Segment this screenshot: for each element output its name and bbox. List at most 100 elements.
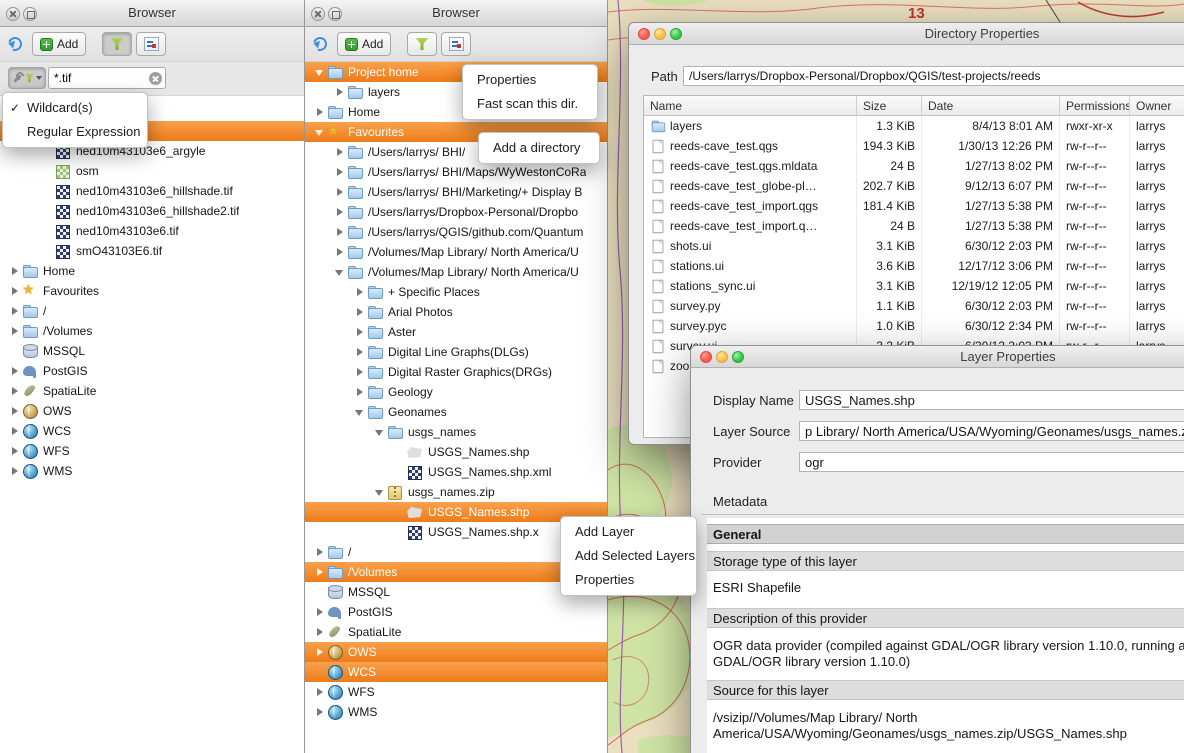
tree-item-favourite-path[interactable]: /Volumes/Map Library/ North America/U: [305, 242, 607, 262]
table-row[interactable]: survey.pyc 1.0 KiB 6/30/12 2:34 PM rw-r-…: [644, 316, 1184, 336]
filter-button[interactable]: [102, 32, 132, 56]
table-row[interactable]: reeds-cave_test_globe-pl… 202.7 KiB 9/12…: [644, 176, 1184, 196]
tree-item-wms[interactable]: WMS: [305, 702, 607, 722]
expand-arrow-icon[interactable]: [8, 284, 22, 298]
expand-arrow-icon[interactable]: [8, 464, 22, 478]
menu-item-add-selected-layers[interactable]: Add Selected Layers: [561, 544, 696, 568]
clear-filter-icon[interactable]: [149, 72, 162, 85]
table-row[interactable]: shots.ui 3.1 KiB 6/30/12 2:03 PM rw-r--r…: [644, 236, 1184, 256]
tree-item-folder[interactable]: Arial Photos: [305, 302, 607, 322]
close-panel-icon[interactable]: [6, 7, 20, 21]
tree-item-spatialite[interactable]: SpatiaLite: [305, 622, 607, 642]
expand-arrow-icon[interactable]: [333, 225, 347, 239]
tree-item-raster[interactable]: ned10m43103e6_hillshade2.tif: [0, 201, 304, 221]
filter-options-button[interactable]: [8, 67, 46, 89]
menu-item-properties[interactable]: Properties: [463, 68, 597, 92]
expand-arrow-icon[interactable]: [353, 325, 367, 339]
tree-item-postgis[interactable]: PostGIS: [305, 602, 607, 622]
provider-field[interactable]: ogr: [799, 452, 1184, 472]
expand-arrow-icon[interactable]: [8, 324, 22, 338]
expand-arrow-icon[interactable]: [313, 605, 327, 619]
refresh-button[interactable]: [311, 32, 329, 56]
expand-arrow-icon[interactable]: [353, 385, 367, 399]
tree-item-folder[interactable]: + Specific Places: [305, 282, 607, 302]
expand-arrow-icon[interactable]: [313, 705, 327, 719]
tree-item-favourite-path[interactable]: /Users/larrys/QGIS/github.com/Quantum: [305, 222, 607, 242]
collapse-tree-button[interactable]: [441, 32, 471, 56]
tree-item-favourite-path[interactable]: /Volumes/Map Library/ North America/U: [305, 262, 607, 282]
display-name-field[interactable]: USGS_Names.shp: [799, 390, 1184, 410]
menu-item-fast-scan[interactable]: Fast scan this dir.: [463, 92, 597, 116]
tree-item-favourites[interactable]: Favourites: [0, 281, 304, 301]
expand-arrow-icon[interactable]: [333, 185, 347, 199]
table-row[interactable]: stations_sync.ui 3.1 KiB 12/19/12 12:05 …: [644, 276, 1184, 296]
tree-item-wcs[interactable]: WCS: [0, 421, 304, 441]
column-header-size[interactable]: Size: [857, 96, 922, 116]
table-row[interactable]: layers 1.3 KiB 8/4/13 8:01 AM rwxr-xr-x …: [644, 116, 1184, 136]
tree-item-volumes[interactable]: /Volumes: [0, 321, 304, 341]
float-panel-icon[interactable]: [328, 7, 342, 21]
expand-arrow-icon[interactable]: [353, 365, 367, 379]
expand-arrow-icon[interactable]: [313, 685, 327, 699]
tree-item-shapefile-xml[interactable]: USGS_Names.shp.xml: [305, 462, 607, 482]
expand-arrow-icon[interactable]: [313, 625, 327, 639]
float-panel-icon[interactable]: [23, 7, 37, 21]
table-row[interactable]: survey.py 1.1 KiB 6/30/12 2:03 PM rw-r--…: [644, 296, 1184, 316]
collapse-arrow-icon[interactable]: [313, 125, 327, 139]
expand-arrow-icon[interactable]: [353, 345, 367, 359]
tree-item-shapefile[interactable]: USGS_Names.shp: [305, 442, 607, 462]
expand-arrow-icon[interactable]: [353, 285, 367, 299]
tree-item-folder[interactable]: Geology: [305, 382, 607, 402]
column-header-owner[interactable]: Owner: [1130, 96, 1184, 116]
collapse-arrow-icon[interactable]: [373, 485, 387, 499]
table-row[interactable]: reeds-cave_test_import.qgs 181.4 KiB 1/2…: [644, 196, 1184, 216]
collapse-arrow-icon[interactable]: [313, 65, 327, 79]
tree-item-folder[interactable]: Digital Raster Graphics(DRGs): [305, 362, 607, 382]
tree-item-favourite-path[interactable]: /Users/larrys/ BHI/Maps/WyWestonCoRa: [305, 162, 607, 182]
expand-arrow-icon[interactable]: [8, 304, 22, 318]
expand-arrow-icon[interactable]: [8, 264, 22, 278]
layer-source-field[interactable]: p Library/ North America/USA/Wyoming/Geo…: [799, 421, 1184, 441]
tree-item-postgis[interactable]: PostGIS: [0, 361, 304, 381]
tree-item-raster[interactable]: ned10m43103e6.tif: [0, 221, 304, 241]
refresh-button[interactable]: [6, 32, 24, 56]
window-titlebar[interactable]: Directory Properties: [629, 23, 1184, 45]
tree-item-wfs[interactable]: WFS: [0, 441, 304, 461]
collapse-tree-button[interactable]: [136, 32, 166, 56]
tree-item-home[interactable]: Home: [0, 261, 304, 281]
tree-item-raster[interactable]: smO43103E6.tif: [0, 241, 304, 261]
add-button[interactable]: Add: [337, 32, 391, 56]
add-button[interactable]: Add: [32, 32, 86, 56]
tree-item-wms[interactable]: WMS: [0, 461, 304, 481]
expand-arrow-icon[interactable]: [333, 205, 347, 219]
panel-titlebar[interactable]: Browser: [305, 0, 607, 27]
table-row[interactable]: reeds-cave_test.qgs.mldata 24 B 1/27/13 …: [644, 156, 1184, 176]
tree-item-zip[interactable]: usgs_names.zip: [305, 482, 607, 502]
column-header-date[interactable]: Date: [922, 96, 1060, 116]
column-header-permissions[interactable]: Permissions: [1060, 96, 1130, 116]
table-row[interactable]: reeds-cave_test.qgs 194.3 KiB 1/30/13 12…: [644, 136, 1184, 156]
table-row[interactable]: stations.ui 3.6 KiB 12/17/12 3:06 PM rw-…: [644, 256, 1184, 276]
expand-arrow-icon[interactable]: [8, 364, 22, 378]
tree-item-spatialite[interactable]: SpatiaLite: [0, 381, 304, 401]
tree-item-wfs[interactable]: WFS: [305, 682, 607, 702]
tree-item-favourite-path[interactable]: /Users/larrys/ BHI/Marketing/+ Display B: [305, 182, 607, 202]
panel-titlebar[interactable]: Browser: [0, 0, 304, 27]
tree-item-osm[interactable]: osm: [0, 161, 304, 181]
collapse-arrow-icon[interactable]: [353, 405, 367, 419]
expand-arrow-icon[interactable]: [333, 85, 347, 99]
tree-item-folder[interactable]: Aster: [305, 322, 607, 342]
expand-arrow-icon[interactable]: [313, 105, 327, 119]
expand-arrow-icon[interactable]: [333, 245, 347, 259]
tree-item-mssql[interactable]: MSSQL: [0, 341, 304, 361]
expand-arrow-icon[interactable]: [333, 165, 347, 179]
filter-button[interactable]: [407, 32, 437, 56]
window-titlebar[interactable]: Layer Properties: [691, 346, 1184, 368]
expand-arrow-icon[interactable]: [333, 145, 347, 159]
expand-arrow-icon[interactable]: [313, 645, 327, 659]
tree-item-folder[interactable]: Digital Line Graphs(DLGs): [305, 342, 607, 362]
filter-input[interactable]: [49, 68, 145, 88]
expand-arrow-icon[interactable]: [8, 404, 22, 418]
expand-arrow-icon[interactable]: [313, 565, 327, 579]
tree-item-ows[interactable]: OWS: [0, 401, 304, 421]
